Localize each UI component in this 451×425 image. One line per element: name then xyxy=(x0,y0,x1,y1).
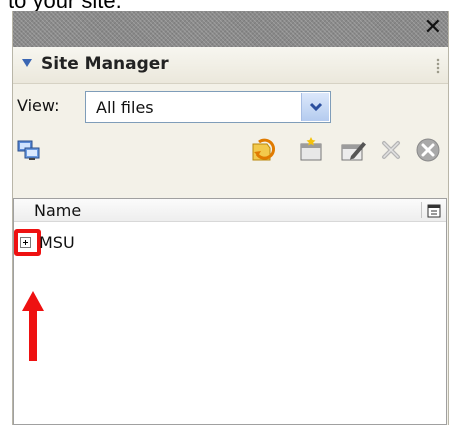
collapse-triangle-icon[interactable] xyxy=(22,59,32,67)
stop-icon[interactable] xyxy=(415,137,441,167)
view-row: View: All files xyxy=(13,84,448,130)
new-site-icon[interactable] xyxy=(297,136,325,168)
sites-icon[interactable] xyxy=(17,138,41,166)
panel-title: Site Manager xyxy=(41,54,169,74)
view-select-value: All files xyxy=(96,98,154,117)
annotation-arrow-icon xyxy=(22,291,44,365)
column-header[interactable]: Name xyxy=(14,199,446,222)
refresh-icon[interactable] xyxy=(249,136,277,168)
annotation-highlight-box xyxy=(14,229,41,256)
tree-item-label[interactable]: MSU xyxy=(39,233,75,252)
chevron-down-icon[interactable] xyxy=(301,93,329,121)
delete-icon[interactable] xyxy=(379,138,403,166)
column-separator xyxy=(421,202,422,218)
column-name[interactable]: Name xyxy=(34,201,81,220)
column-options-icon[interactable] xyxy=(427,203,441,222)
panel-titlebar[interactable]: ✕ xyxy=(13,11,448,47)
toolbar xyxy=(13,130,448,172)
grip-icon[interactable] xyxy=(436,58,440,74)
panel-header[interactable]: Site Manager xyxy=(13,47,448,84)
close-button[interactable]: ✕ xyxy=(424,15,442,41)
view-select[interactable]: All files xyxy=(85,91,331,123)
view-label: View: xyxy=(17,96,60,115)
site-manager-panel: ✕ Site Manager View: All files Name MSU xyxy=(12,11,449,425)
edit-site-icon[interactable] xyxy=(339,136,367,168)
file-tree[interactable]: Name MSU xyxy=(13,198,447,425)
